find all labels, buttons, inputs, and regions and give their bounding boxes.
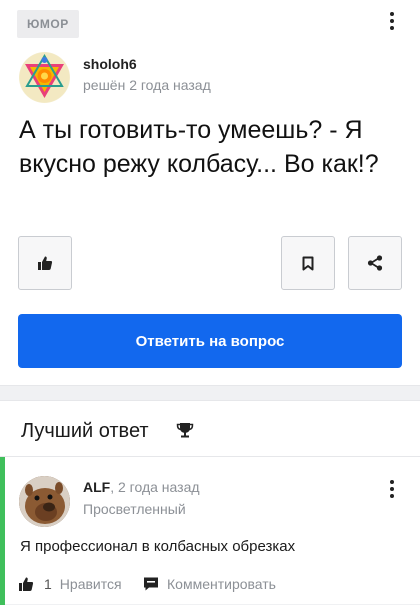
best-answer-title: Лучший ответ (21, 420, 149, 442)
comment-label: Комментировать (167, 576, 276, 592)
divider (0, 456, 420, 457)
category-tag[interactable]: ЮМОР (17, 10, 79, 38)
answer-like-action[interactable]: 1 Нравится (18, 576, 122, 592)
share-icon (367, 255, 383, 271)
answerer-rank: Просветленный (83, 501, 186, 517)
question-status: решён 2 года назад (83, 77, 211, 93)
answer-text: Я профессионал в колбасных обрезках (20, 538, 296, 555)
answerer-avatar[interactable] (19, 476, 70, 527)
like-count: 1 (44, 576, 52, 592)
thumbs-up-icon (38, 256, 53, 270)
best-answer-card: Лучший ответ ALF, 2 года назад Просветле… (0, 400, 420, 605)
like-label: Нравится (59, 576, 122, 592)
question-text: А ты готовить-то умеешь? - Я вкусно режу… (19, 116, 379, 178)
answer-question-button[interactable]: Ответить на вопрос (18, 314, 402, 368)
question-card: ЮМОР sholoh6 решён 2 года назад А ты гот… (0, 0, 420, 386)
asker-name[interactable]: sholoh6 (83, 56, 137, 72)
answer-time: , 2 года назад (110, 479, 200, 495)
share-button[interactable] (348, 236, 402, 290)
trophy-icon (176, 423, 194, 438)
comment-action[interactable]: Комментировать (143, 576, 276, 592)
question-menu-icon[interactable] (382, 9, 402, 33)
answerer-line: ALF, 2 года назад (83, 479, 200, 495)
bookmark-icon (302, 256, 314, 270)
asker-avatar[interactable] (19, 52, 70, 103)
best-answer-accent-bar (0, 457, 5, 605)
thumbs-up-icon (19, 577, 34, 591)
like-button[interactable] (18, 236, 72, 290)
answer-menu-icon[interactable] (382, 477, 402, 501)
bookmark-button[interactable] (281, 236, 335, 290)
answerer-name[interactable]: ALF (83, 479, 110, 495)
comment-icon (144, 577, 158, 591)
